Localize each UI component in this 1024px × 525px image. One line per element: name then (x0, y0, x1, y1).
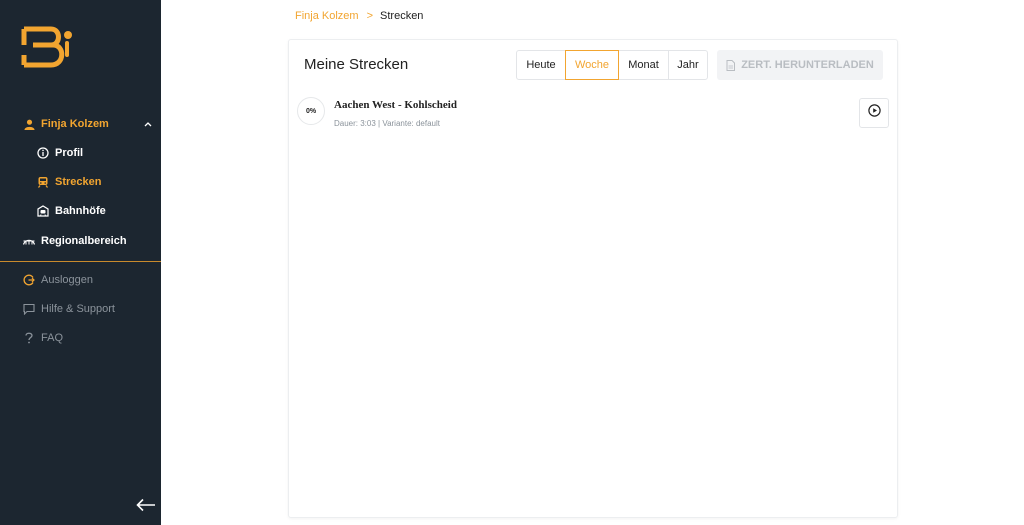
page-title: Meine Strecken (304, 56, 409, 73)
breadcrumb-current: Strecken (380, 10, 424, 22)
station-icon (36, 204, 50, 218)
info-circle-icon (36, 146, 50, 160)
sidebar-item-hilfe[interactable]: Hilfe & Support (22, 300, 115, 318)
period-year-button[interactable]: Jahr (668, 50, 708, 80)
period-today-button[interactable]: Heute (516, 50, 566, 80)
sidebar-item-regionalbereich[interactable]: Regionalbereich (22, 232, 127, 250)
period-selector: Heute Woche Monat Jahr (516, 50, 708, 80)
period-month-button[interactable]: Monat (618, 50, 669, 80)
chevron-up-icon[interactable] (143, 119, 153, 129)
app-logo[interactable] (21, 25, 75, 71)
chat-icon (22, 302, 36, 316)
file-icon (726, 59, 736, 71)
breadcrumb-separator: > (366, 10, 374, 22)
route-play-button[interactable] (859, 98, 889, 128)
question-icon (22, 331, 36, 345)
breadcrumb: Finja Kolzem > Strecken (295, 9, 423, 23)
sidebar-item-label: Strecken (55, 176, 102, 188)
sidebar-item-strecken[interactable]: Strecken (36, 173, 101, 191)
train-icon (36, 175, 50, 189)
sidebar-item-label: Bahnhöfe (55, 205, 106, 217)
sidebar-item-user[interactable]: Finja Kolzem (22, 115, 109, 133)
sidebar-item-label: Finja Kolzem (41, 118, 109, 130)
sidebar-item-bahnhoefe[interactable]: Bahnhöfe (36, 202, 106, 220)
sidebar-item-label: Regionalbereich (41, 235, 127, 247)
breadcrumb-parent-link[interactable]: Finja Kolzem (295, 10, 359, 22)
bridge-icon (22, 234, 36, 248)
sidebar-item-profil[interactable]: Profil (36, 144, 83, 162)
download-certificate-label: ZERT. HERUNTERLADEN (741, 59, 874, 71)
route-name: Aachen West - Kohlscheid (334, 99, 457, 111)
play-circle-icon (867, 104, 881, 122)
routes-card: Meine Strecken Heute Woche Monat Jahr ZE… (288, 39, 898, 518)
sidebar-divider (0, 261, 161, 262)
route-list-item[interactable]: 0% Aachen West - Kohlscheid Dauer: 3:03 … (297, 97, 891, 131)
period-week-button[interactable]: Woche (565, 50, 619, 80)
sidebar-item-label: Ausloggen (41, 274, 93, 286)
sidebar-item-faq[interactable]: FAQ (22, 329, 63, 347)
logout-icon (22, 273, 36, 287)
sidebar-item-label: Profil (55, 147, 84, 159)
download-certificate-button[interactable]: ZERT. HERUNTERLADEN (717, 50, 883, 80)
sidebar: Finja Kolzem Profil Strecken Bahnhöfe Re… (0, 0, 161, 525)
route-progress: 0% (297, 97, 325, 125)
route-meta: Dauer: 3:03 | Variante: default (334, 119, 440, 128)
sidebar-item-label: FAQ (41, 332, 64, 344)
arrow-left-icon[interactable] (135, 496, 157, 514)
user-icon (22, 117, 36, 131)
sidebar-item-ausloggen[interactable]: Ausloggen (22, 271, 93, 289)
sidebar-item-label: Hilfe & Support (41, 303, 115, 315)
